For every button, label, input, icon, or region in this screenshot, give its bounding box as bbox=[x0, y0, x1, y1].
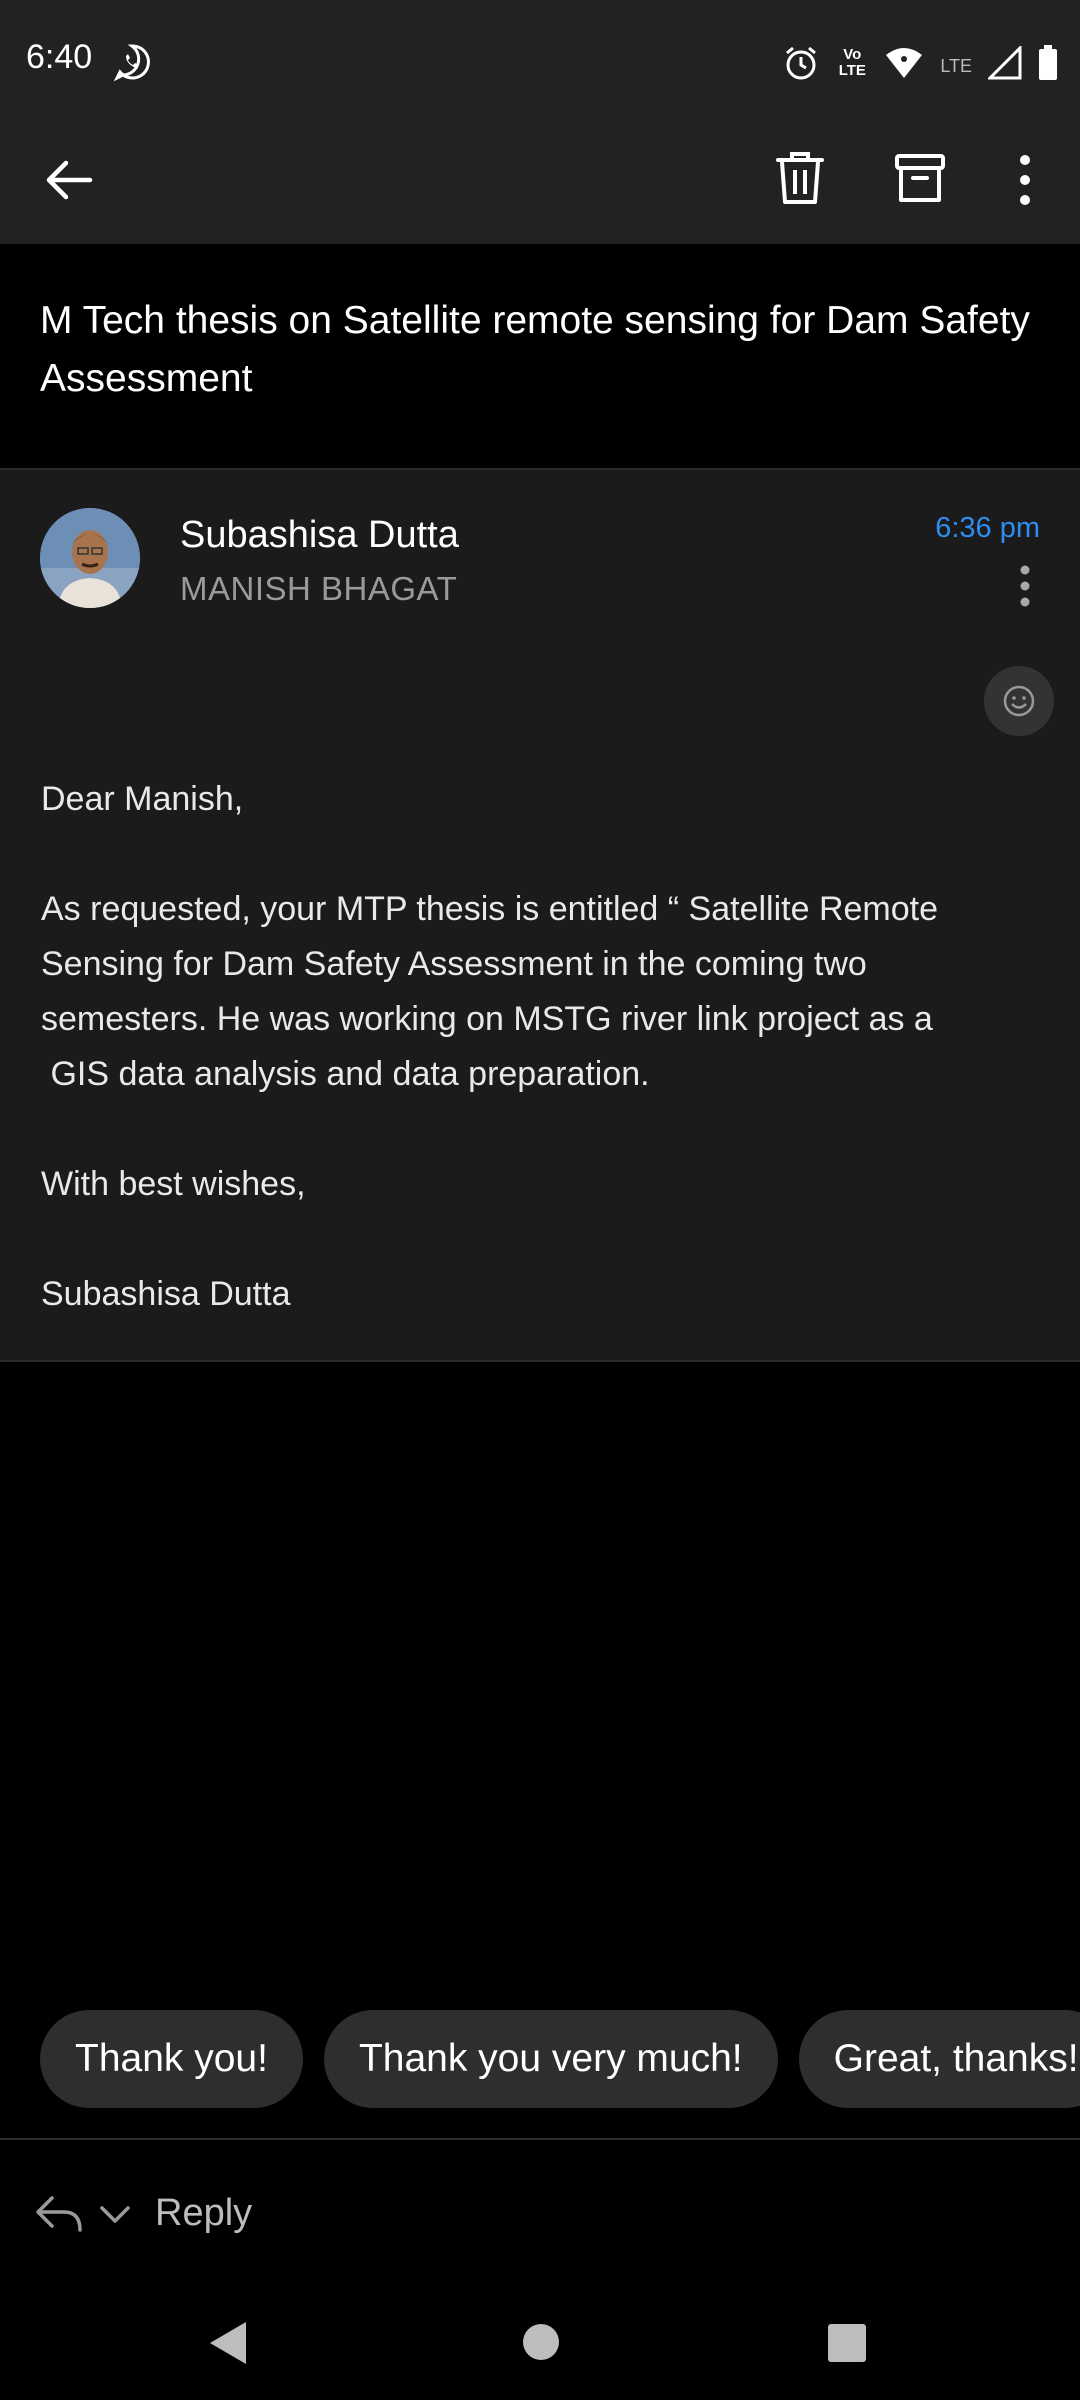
body-line: semesters. He was working on MSTG river … bbox=[41, 1000, 933, 1038]
wifi-icon bbox=[886, 48, 923, 78]
body-greeting: Dear Manish, bbox=[41, 780, 244, 818]
smiley-icon bbox=[1003, 685, 1035, 717]
body-line: GIS data analysis and data preparation. bbox=[41, 1055, 650, 1093]
app-bar bbox=[0, 122, 1080, 244]
message-more-icon[interactable] bbox=[1010, 562, 1040, 610]
emoji-reaction-button[interactable] bbox=[984, 666, 1054, 736]
smart-reply-chips: Thank you! Thank you very much! Great, t… bbox=[40, 2010, 1080, 2108]
nav-home-icon[interactable] bbox=[522, 2323, 560, 2361]
message-time: 6:36 pm bbox=[935, 512, 1040, 544]
body-line: Sensing for Dam Safety Assessment in the… bbox=[41, 945, 867, 983]
status-time: 6:40 bbox=[26, 38, 93, 76]
nav-recents-icon[interactable] bbox=[828, 2324, 866, 2362]
status-icons: Vo LTE LTE bbox=[782, 38, 1058, 88]
avatar-photo bbox=[40, 508, 140, 608]
archive-icon[interactable] bbox=[892, 148, 948, 208]
volte-label: Vo LTE bbox=[838, 46, 866, 79]
whatsapp-icon bbox=[113, 44, 150, 82]
reply-label[interactable]: Reply bbox=[155, 2192, 252, 2235]
battery-icon bbox=[1039, 45, 1057, 80]
smart-reply-chip[interactable]: Thank you very much! bbox=[323, 2010, 778, 2108]
sender-name[interactable]: Subashisa Dutta bbox=[180, 514, 459, 557]
more-vert-icon[interactable] bbox=[1010, 152, 1040, 208]
status-bar: 6:40 Vo LTE LTE bbox=[0, 0, 1080, 122]
reply-icon[interactable] bbox=[34, 2192, 84, 2236]
email-subject: M Tech thesis on Satellite remote sensin… bbox=[40, 299, 1030, 400]
recipient-name[interactable]: MANISH BHAGAT bbox=[180, 570, 457, 608]
body-signature: Subashisa Dutta bbox=[41, 1275, 291, 1313]
avatar[interactable] bbox=[40, 508, 140, 608]
volte-icon: Vo LTE bbox=[836, 47, 868, 79]
smart-reply-chip[interactable]: Thank you! bbox=[40, 2010, 303, 2108]
message-body: Dear Manish, As requested, your MTP thes… bbox=[41, 772, 1041, 1322]
system-nav-bar bbox=[0, 2290, 1080, 2400]
subject-header: M Tech thesis on Satellite remote sensin… bbox=[0, 244, 1080, 470]
nav-back-icon[interactable] bbox=[208, 2320, 248, 2366]
alarm-icon bbox=[786, 46, 817, 80]
smart-reply-chip[interactable]: Great, thanks! bbox=[798, 2010, 1080, 2108]
message-card: Subashisa Dutta MANISH BHAGAT 6:36 pm De… bbox=[0, 470, 1080, 1362]
reply-bar[interactable]: Reply bbox=[0, 2140, 1080, 2290]
back-arrow-icon[interactable] bbox=[40, 150, 100, 210]
body-line: As requested, your MTP thesis is entitle… bbox=[41, 890, 938, 928]
chevron-down-icon[interactable] bbox=[98, 2204, 132, 2226]
delete-icon[interactable] bbox=[772, 148, 828, 208]
signal-icon bbox=[988, 46, 1022, 80]
body-closing: With best wishes, bbox=[41, 1165, 306, 1203]
lte-icon: LTE bbox=[940, 55, 972, 76]
